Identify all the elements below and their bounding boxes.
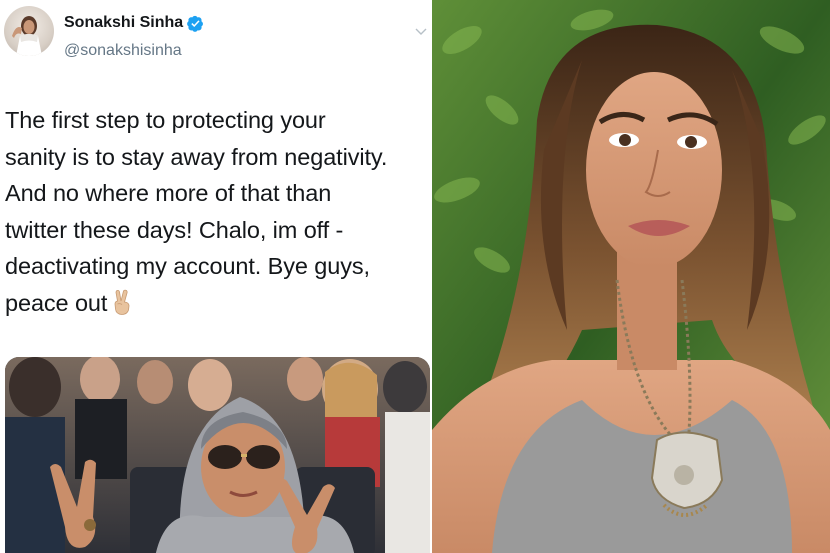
- chevron-down-icon[interactable]: [414, 24, 428, 38]
- tweet-line: twitter these days! Chalo, im off -: [5, 216, 344, 243]
- tweet-line: sanity is to stay away from negativity.: [5, 143, 388, 170]
- tweet-text: The first step to protecting your sanity…: [5, 102, 430, 325]
- display-name[interactable]: Sonakshi Sinha: [64, 14, 183, 32]
- tweet-line: peace out: [5, 289, 108, 316]
- avatar[interactable]: [4, 6, 54, 56]
- tweet-line: The first step to protecting your: [5, 107, 326, 133]
- author-name-row: Sonakshi Sinha: [64, 12, 204, 34]
- peace-sign-gif[interactable]: [5, 357, 430, 553]
- tweet-line: deactivating my account. Bye guys,: [5, 253, 370, 279]
- verified-badge-icon: [187, 15, 204, 32]
- tweet-line: And no where more of that than: [5, 180, 332, 206]
- tweet-card: Sonakshi Sinha @sonakshisinha The first …: [0, 0, 432, 553]
- selfie-photo: [432, 0, 830, 553]
- victory-hand-emoji: [111, 289, 133, 326]
- tweet-last-line: peace out: [5, 285, 430, 326]
- author-handle[interactable]: @sonakshisinha: [64, 42, 182, 60]
